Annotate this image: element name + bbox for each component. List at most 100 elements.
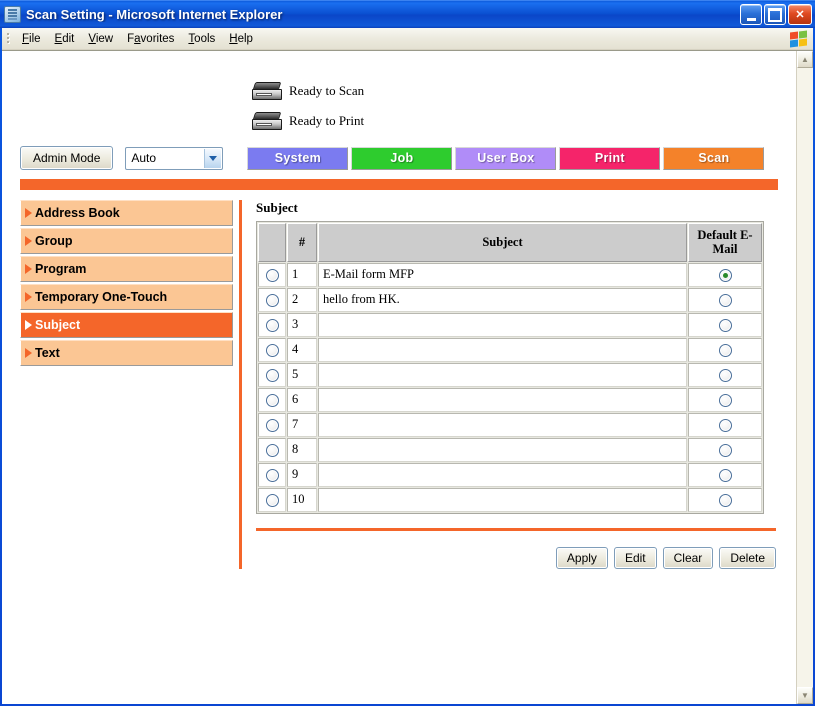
- vertical-scrollbar[interactable]: ▲ ▼: [796, 51, 813, 704]
- menu-item-edit[interactable]: Edit: [48, 31, 82, 47]
- tab-print[interactable]: Print: [559, 146, 661, 170]
- row-select-cell[interactable]: [258, 462, 286, 487]
- sidebar-item-group[interactable]: Group: [20, 228, 233, 254]
- row-number: 5: [287, 362, 317, 387]
- row-select-cell[interactable]: [258, 387, 286, 412]
- page-icon: [4, 6, 21, 23]
- default-email-radio[interactable]: [718, 293, 732, 307]
- row-select-radio[interactable]: [265, 468, 279, 482]
- tab-label: User Box: [477, 151, 535, 165]
- scroll-up-button[interactable]: ▲: [797, 51, 813, 68]
- row-select-cell[interactable]: [258, 487, 286, 512]
- tab-job[interactable]: Job: [351, 146, 453, 170]
- title-bar: Scan Setting - Microsoft Internet Explor…: [0, 0, 815, 28]
- tab-label: Job: [390, 151, 414, 165]
- row-number: 8: [287, 437, 317, 462]
- content-divider: [256, 527, 776, 531]
- row-default-email-cell[interactable]: [688, 337, 762, 362]
- row-subject: hello from HK.: [318, 287, 687, 312]
- header-number: #: [287, 223, 317, 262]
- sidebar: Address Book Group Program Temporary One-To…: [20, 200, 242, 569]
- sidebar-item-label: Address Book: [35, 206, 120, 220]
- row-subject: [318, 487, 687, 512]
- row-select-radio[interactable]: [265, 318, 279, 332]
- table-row: 7: [258, 412, 762, 437]
- row-default-email-cell[interactable]: [688, 287, 762, 312]
- clear-button[interactable]: Clear: [662, 546, 714, 569]
- row-select-radio[interactable]: [265, 493, 279, 507]
- subject-table: # Subject Default E-Mail 1 E-Mail form MF…: [256, 221, 764, 514]
- sidebar-item-temporary-one-touch[interactable]: Temporary One-Touch: [20, 284, 233, 310]
- row-default-email-cell[interactable]: [688, 487, 762, 512]
- web-page: Ready to Scan Ready to Print Admin Mode …: [2, 51, 796, 704]
- header-subject: Subject: [318, 223, 687, 262]
- close-button[interactable]: ✕: [788, 4, 812, 25]
- tab-user-box[interactable]: User Box: [455, 146, 557, 170]
- row-select-cell[interactable]: [258, 287, 286, 312]
- language-select[interactable]: Auto: [125, 146, 224, 170]
- main-tabs: System Job User Box Print Scan: [247, 146, 765, 170]
- sidebar-item-label: Program: [35, 262, 87, 276]
- row-select-radio[interactable]: [265, 443, 279, 457]
- status-row-scan: Ready to Scan: [252, 77, 796, 105]
- minimize-button[interactable]: [740, 4, 762, 25]
- row-select-cell[interactable]: [258, 362, 286, 387]
- menu-item-tools[interactable]: Tools: [181, 31, 222, 47]
- default-email-radio[interactable]: [718, 493, 732, 507]
- menu-item-view[interactable]: View: [81, 31, 120, 47]
- default-email-radio[interactable]: [718, 468, 732, 482]
- row-select-cell[interactable]: [258, 412, 286, 437]
- sidebar-item-label: Temporary One-Touch: [35, 290, 168, 304]
- page-columns: Address Book Group Program Temporary One-To…: [2, 190, 796, 569]
- menu-bar: File Edit View Favorites Tools Help: [2, 28, 813, 50]
- row-select-radio[interactable]: [265, 418, 279, 432]
- sidebar-item-text[interactable]: Text: [20, 340, 233, 366]
- default-email-radio[interactable]: [718, 343, 732, 357]
- maximize-button[interactable]: [764, 4, 786, 25]
- row-default-email-cell[interactable]: [688, 387, 762, 412]
- tab-system[interactable]: System: [247, 146, 349, 170]
- row-select-radio[interactable]: [265, 343, 279, 357]
- sidebar-item-subject[interactable]: Subject: [20, 312, 233, 338]
- default-email-radio[interactable]: [718, 268, 732, 282]
- row-select-radio[interactable]: [265, 268, 279, 282]
- row-select-radio[interactable]: [265, 368, 279, 382]
- row-select-cell[interactable]: [258, 262, 286, 287]
- sidebar-item-address-book[interactable]: Address Book: [20, 200, 233, 226]
- table-row: 2 hello from HK.: [258, 287, 762, 312]
- window-controls: ✕: [740, 4, 812, 25]
- sidebar-item-program[interactable]: Program: [20, 256, 233, 282]
- delete-button[interactable]: Delete: [719, 546, 776, 569]
- scrollbar-track[interactable]: [797, 68, 813, 687]
- row-number: 4: [287, 337, 317, 362]
- client-area: Ready to Scan Ready to Print Admin Mode …: [2, 50, 813, 704]
- content-panel: Subject # Subject Default E-Mail 1 E-Mail…: [242, 200, 796, 569]
- row-default-email-cell[interactable]: [688, 437, 762, 462]
- row-number: 7: [287, 412, 317, 437]
- row-default-email-cell[interactable]: [688, 262, 762, 287]
- menu-item-file[interactable]: File: [15, 31, 48, 47]
- menu-item-favorites[interactable]: Favorites: [120, 31, 181, 47]
- row-select-radio[interactable]: [265, 293, 279, 307]
- row-select-cell[interactable]: [258, 312, 286, 337]
- row-default-email-cell[interactable]: [688, 412, 762, 437]
- apply-button[interactable]: Apply: [555, 546, 608, 569]
- default-email-radio[interactable]: [718, 318, 732, 332]
- default-email-radio[interactable]: [718, 368, 732, 382]
- row-default-email-cell[interactable]: [688, 462, 762, 487]
- row-select-cell[interactable]: [258, 437, 286, 462]
- menu-item-help[interactable]: Help: [222, 31, 260, 47]
- row-select-cell[interactable]: [258, 337, 286, 362]
- default-email-radio[interactable]: [718, 443, 732, 457]
- table-row: 4: [258, 337, 762, 362]
- admin-mode-button[interactable]: Admin Mode: [20, 146, 114, 170]
- tab-scan[interactable]: Scan: [663, 146, 765, 170]
- scroll-down-button[interactable]: ▼: [797, 687, 813, 704]
- default-email-radio[interactable]: [718, 393, 732, 407]
- triangle-right-icon: [25, 208, 32, 218]
- row-default-email-cell[interactable]: [688, 362, 762, 387]
- default-email-radio[interactable]: [718, 418, 732, 432]
- row-select-radio[interactable]: [265, 393, 279, 407]
- edit-button[interactable]: Edit: [613, 546, 657, 569]
- row-default-email-cell[interactable]: [688, 312, 762, 337]
